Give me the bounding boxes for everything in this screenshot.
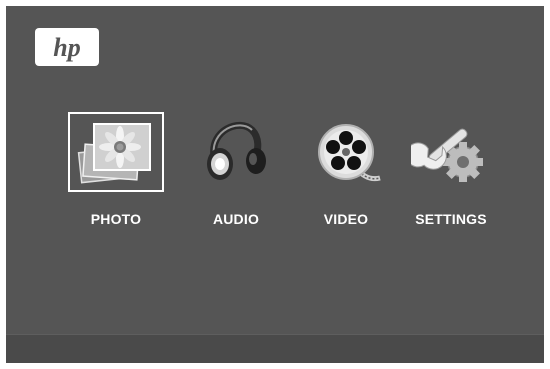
hp-logo: hp bbox=[35, 28, 99, 66]
menu-label-photo: PHOTO bbox=[90, 211, 142, 227]
menu-label-audio: AUDIO bbox=[212, 211, 260, 227]
headphones-icon bbox=[207, 121, 266, 180]
menu-item-photo[interactable]: PHOTO bbox=[68, 112, 168, 227]
film-reel-icon bbox=[318, 124, 381, 182]
menu-label-settings: SETTINGS bbox=[415, 211, 487, 227]
menu-item-audio[interactable]: AUDIO bbox=[188, 112, 288, 227]
svg-text:hp: hp bbox=[53, 33, 80, 62]
wrench-gear-icon bbox=[411, 128, 483, 182]
menu-item-settings[interactable]: SETTINGS bbox=[403, 112, 503, 227]
menu-item-video[interactable]: VIDEO bbox=[298, 112, 398, 227]
footer-bar bbox=[6, 334, 544, 363]
menu-label-video: VIDEO bbox=[323, 211, 369, 227]
photo-icon bbox=[77, 123, 151, 184]
main-menu-screen: hp PHOTO AUDIO VIDEO SETTINGS bbox=[6, 6, 544, 363]
